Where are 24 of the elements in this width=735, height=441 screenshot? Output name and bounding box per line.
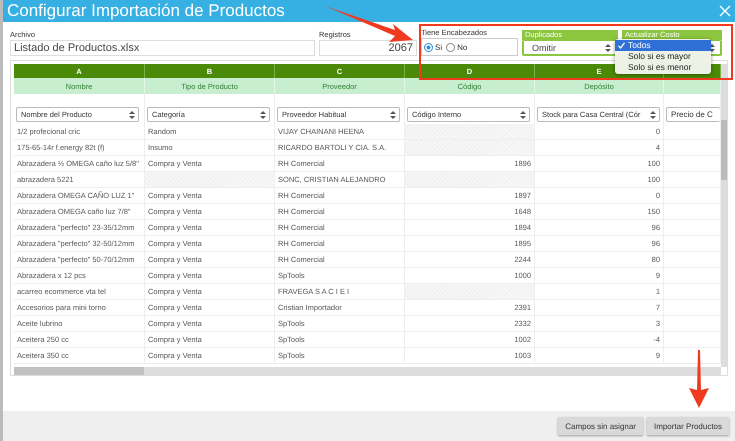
radio-label: Si	[435, 42, 442, 52]
window-title: Configurar Importación de Productos	[7, 1, 285, 21]
vertical-scrollbar[interactable]	[721, 64, 727, 367]
duplicates-select[interactable]: Omitir	[522, 40, 618, 56]
menu-item[interactable]: Todos	[615, 40, 711, 51]
menu-item[interactable]: Solo si es mayor	[615, 51, 711, 62]
horizontal-scrollbar[interactable]	[14, 367, 721, 375]
radio-button[interactable]	[446, 42, 456, 52]
radio-button[interactable]	[424, 42, 433, 52]
sort-arrows-icon	[649, 110, 657, 118]
sort-arrows-icon	[128, 110, 136, 118]
records-field: 2067	[319, 40, 417, 56]
sort-arrows-icon	[604, 44, 612, 52]
sort-arrows-icon	[519, 110, 527, 118]
file-field[interactable]: Listado de Productos.xlsx	[10, 40, 315, 56]
radio-label: No	[457, 42, 468, 52]
sort-arrows-icon	[389, 110, 397, 118]
close-icon[interactable]	[719, 5, 731, 17]
action-button[interactable]: Importar Productos	[646, 417, 729, 435]
sort-arrows-icon	[259, 110, 267, 118]
annotation-arrow	[689, 350, 709, 408]
field-select[interactable]: Precio de C	[666, 107, 720, 122]
check-icon	[618, 42, 625, 49]
action-button[interactable]: Campos sin asignar	[558, 417, 643, 435]
